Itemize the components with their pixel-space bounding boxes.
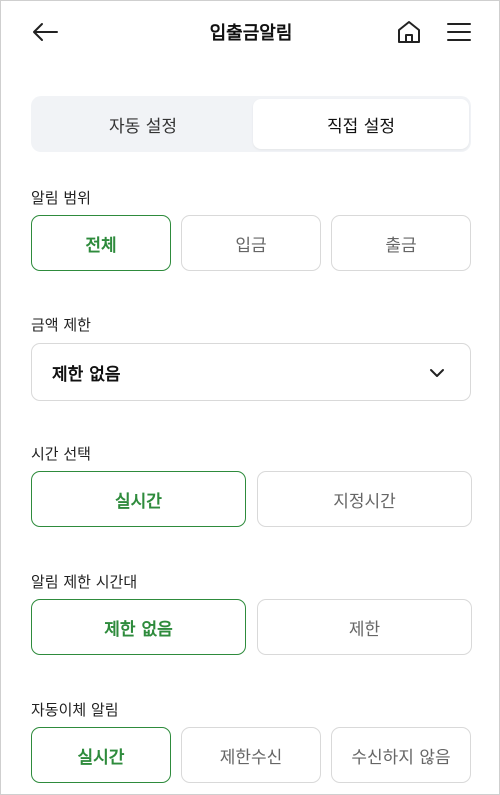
tab-auto-setting[interactable]: 자동 설정 [35,99,251,149]
restrict-option-limit[interactable]: 제한 [257,599,472,655]
menu-button[interactable] [443,16,475,48]
auto-transfer-label: 자동이체 알림 [31,701,119,719]
restrict-time-label: 알림 제한 시간대 [31,573,138,591]
hamburger-menu-icon [447,23,471,41]
tab-manual-setting[interactable]: 직접 설정 [253,99,469,149]
mode-segmented-control: 자동 설정 직접 설정 [31,96,471,152]
amount-limit-value: 제한 없음 [52,364,121,385]
top-app-bar: 입출금알림 [1,1,500,63]
page-title: 입출금알림 [209,23,293,44]
alert-range-option-all[interactable]: 전체 [31,215,171,271]
home-button[interactable] [393,16,425,48]
alert-range-label: 알림 범위 [31,189,91,207]
restrict-option-none[interactable]: 제한 없음 [31,599,246,655]
chevron-down-icon [430,369,444,377]
time-option-scheduled[interactable]: 지정시간 [257,471,472,527]
amount-limit-dropdown[interactable]: 제한 없음 [31,343,471,401]
time-select-label: 시간 선택 [31,445,91,463]
time-option-realtime[interactable]: 실시간 [31,471,246,527]
alert-range-option-deposit[interactable]: 입금 [181,215,321,271]
auto-transfer-option-limited[interactable]: 제한수신 [181,727,321,783]
auto-transfer-option-realtime[interactable]: 실시간 [31,727,171,783]
auto-transfer-option-off[interactable]: 수신하지 않음 [331,727,471,783]
home-icon [398,21,420,43]
amount-limit-label: 금액 제한 [31,316,91,334]
alert-range-option-withdraw[interactable]: 출금 [331,215,471,271]
